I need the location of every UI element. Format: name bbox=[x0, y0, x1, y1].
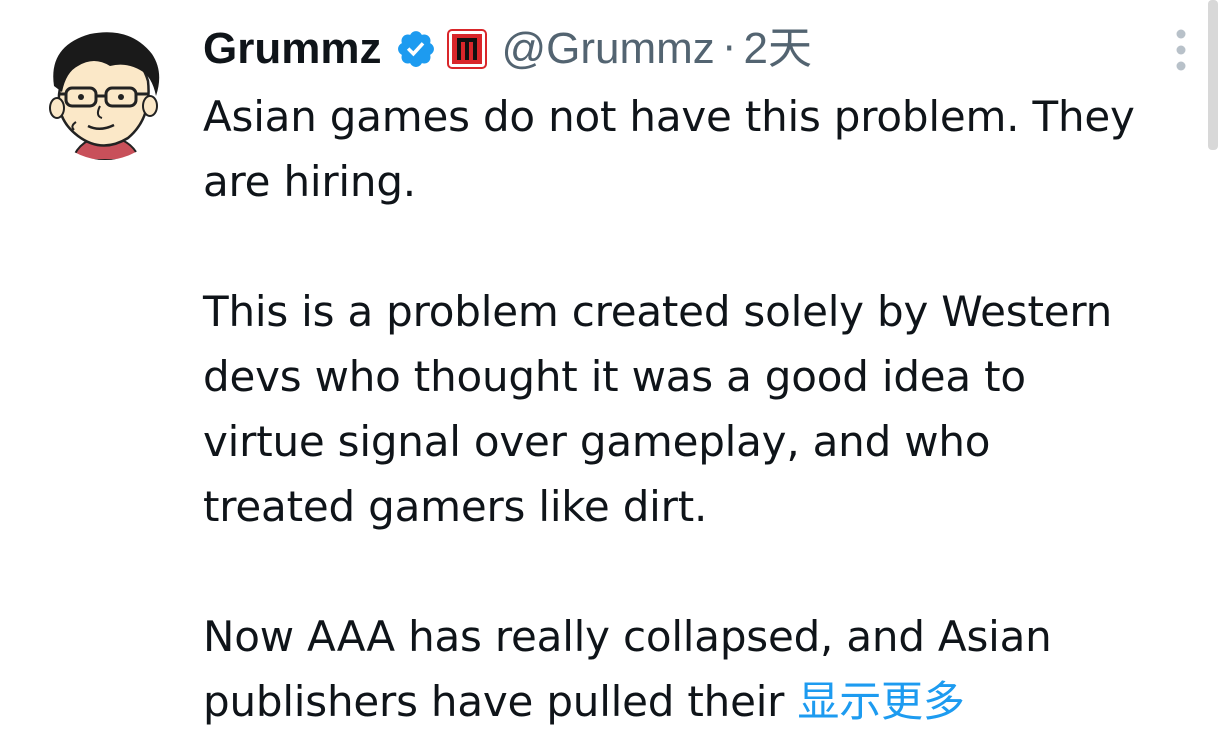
tweet-line: This is a problem created solely by West… bbox=[203, 287, 1113, 336]
timestamp[interactable]: 2天 bbox=[744, 18, 812, 80]
tweet-header: Grummz @Grummz · 2天 bbox=[203, 18, 1193, 80]
author-handle[interactable]: @Grummz bbox=[501, 18, 714, 80]
tweet-line: treated gamers like dirt. bbox=[203, 482, 708, 531]
author-name[interactable]: Grummz bbox=[203, 18, 381, 80]
affiliate-badge-icon[interactable] bbox=[447, 29, 488, 69]
more-options-icon[interactable] bbox=[1169, 26, 1193, 74]
tweet-last-line: publishers have pulled their 显示更多 bbox=[203, 669, 1193, 734]
verified-badge-icon[interactable] bbox=[395, 28, 437, 70]
scrollbar[interactable] bbox=[1208, 0, 1218, 150]
show-more-link[interactable]: 显示更多 bbox=[797, 677, 964, 726]
cartoon-avatar-icon bbox=[49, 32, 160, 160]
tweet-line: are hiring. bbox=[203, 157, 416, 206]
tweet-line-text: publishers have pulled their bbox=[203, 677, 785, 726]
tweet-text: Asian games do not have this problem. Th… bbox=[203, 84, 1193, 734]
tweet: Grummz @Grummz · 2天 Asian games do not h… bbox=[0, 0, 1218, 749]
tweet-line: virtue signal over gameplay, and who bbox=[203, 417, 991, 466]
tweet-line: Asian games do not have this problem. Th… bbox=[203, 92, 1135, 141]
separator-dot: · bbox=[722, 26, 736, 72]
tweet-line: devs who thought it was a good idea to bbox=[203, 352, 1026, 401]
tweet-content: Grummz @Grummz · 2天 Asian games do not h… bbox=[203, 18, 1193, 734]
tweet-line: Now AAA has really collapsed, and Asian bbox=[203, 612, 1052, 661]
avatar[interactable] bbox=[40, 26, 170, 160]
